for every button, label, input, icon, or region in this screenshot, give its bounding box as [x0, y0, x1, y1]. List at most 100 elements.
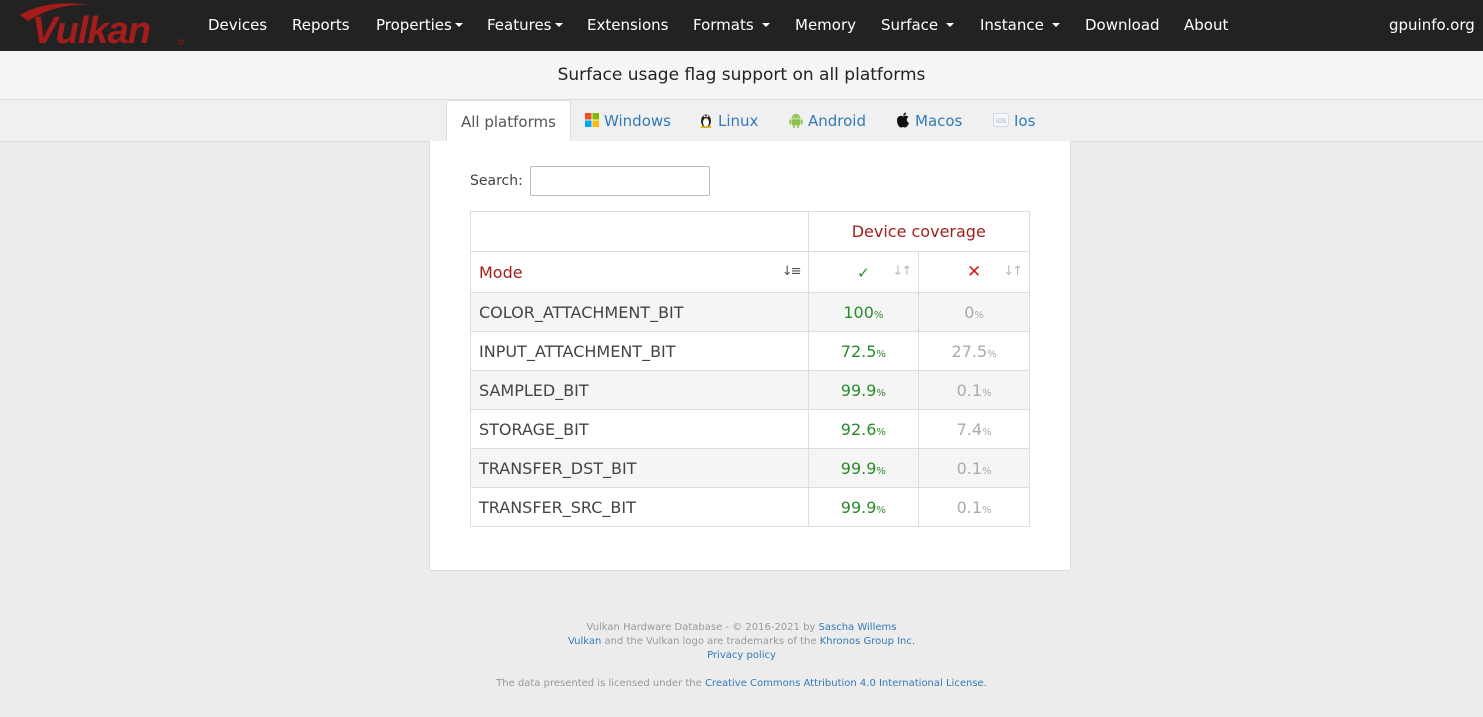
footer-copyright: Vulkan Hardware Database - © 2016-2021 b…	[0, 621, 1483, 635]
nav-properties[interactable]: Properties	[376, 0, 463, 51]
search-label: Search:	[470, 173, 523, 189]
nav-site-link[interactable]: gpuinfo.org	[1389, 0, 1475, 51]
platform-tabs: All platforms Windows Linux Android Maco…	[0, 100, 1483, 143]
sort-both-icon: ↓↑	[1003, 264, 1023, 279]
tab-android[interactable]: Android	[789, 100, 866, 142]
license-link[interactable]: Creative Commons Attribution 4.0 Interna…	[705, 678, 987, 689]
chevron-down-icon	[946, 22, 955, 27]
nav-reports[interactable]: Reports	[292, 0, 350, 51]
svg-text:Vulkan: Vulkan	[32, 10, 150, 49]
percent-unit: %	[982, 504, 992, 516]
supported-cell: 99.9%	[807, 487, 920, 527]
mode-cell: SAMPLED_BIT	[470, 370, 809, 410]
nav-memory[interactable]: Memory	[795, 0, 856, 51]
nav-devices[interactable]: Devices	[208, 0, 267, 51]
supported-value: 99.9	[840, 497, 877, 517]
nav-instance-label: Instance	[980, 16, 1044, 34]
mode-cell: COLOR_ATTACHMENT_BIT	[470, 292, 809, 332]
supported-column-header[interactable]: ✓ ↓↑	[807, 251, 920, 293]
unsupported-value: 7.4	[956, 419, 983, 439]
table-row: TRANSFER_DST_BIT 99.9% 0.1%	[470, 448, 1030, 488]
percent-unit: %	[876, 426, 886, 438]
supported-value: 100	[843, 302, 874, 322]
usage-flag-table: Device coverage Mode ↓≡ ✓ ↓↑ ✕ ↓↑ COLOR_	[470, 211, 1030, 527]
supported-value: 99.9	[840, 458, 877, 478]
footer-copyright-text: Vulkan Hardware Database - © 2016-2021 b…	[586, 622, 819, 633]
tab-all-platforms[interactable]: All platforms	[446, 100, 571, 143]
mode-header-label: Mode	[479, 262, 523, 282]
percent-unit: %	[987, 348, 997, 360]
page-footer: Vulkan Hardware Database - © 2016-2021 b…	[0, 621, 1483, 691]
unsupported-cell: 0%	[918, 292, 1030, 332]
supported-value: 72.5	[840, 341, 877, 361]
top-navbar: Vulkan Devices Reports Properties Featur…	[0, 0, 1483, 51]
supported-value: 99.9	[840, 380, 877, 400]
ios-icon: iOS	[993, 113, 1009, 127]
check-icon: ✓	[857, 263, 870, 282]
tab-linux[interactable]: Linux	[699, 100, 758, 142]
unsupported-value: 0.1	[956, 497, 983, 517]
table-row: STORAGE_BIT 92.6% 7.4%	[470, 409, 1030, 449]
supported-cell: 92.6%	[807, 409, 920, 449]
mode-cell: TRANSFER_DST_BIT	[470, 448, 809, 488]
nav-features-label: Features	[487, 16, 552, 34]
tab-windows[interactable]: Windows	[585, 100, 671, 142]
unsupported-cell: 27.5%	[918, 331, 1030, 371]
table-row: SAMPLED_BIT 99.9% 0.1%	[470, 370, 1030, 410]
page-title: Surface usage flag support on all platfo…	[557, 65, 926, 85]
sort-ascending-icon: ↓≡	[781, 264, 802, 279]
privacy-policy-link[interactable]: Privacy policy	[707, 650, 776, 661]
percent-unit: %	[876, 348, 886, 360]
table-group-header-row: Device coverage	[470, 211, 1030, 252]
search-input[interactable]	[530, 166, 710, 196]
nav-download[interactable]: Download	[1085, 0, 1160, 51]
percent-unit: %	[876, 465, 886, 477]
unsupported-column-header[interactable]: ✕ ↓↑	[918, 251, 1030, 293]
unsupported-cell: 7.4%	[918, 409, 1030, 449]
footer-license: The data presented is licensed under the…	[0, 677, 1483, 691]
supported-cell: 99.9%	[807, 448, 920, 488]
footer-trademark: Vulkan and the Vulkan logo are trademark…	[0, 635, 1483, 649]
apple-icon	[897, 112, 909, 128]
nav-formats[interactable]: Formats	[693, 0, 770, 51]
footer-license-text: The data presented is licensed under the	[496, 678, 705, 689]
nav-features[interactable]: Features	[487, 0, 563, 51]
khronos-link[interactable]: Khronos Group Inc.	[820, 636, 915, 647]
unsupported-cell: 0.1%	[918, 487, 1030, 527]
supported-cell: 99.9%	[807, 370, 920, 410]
table-row: COLOR_ATTACHMENT_BIT 100% 0%	[470, 292, 1030, 332]
vulkan-logo[interactable]: Vulkan	[16, 1, 186, 49]
chevron-down-icon	[761, 22, 770, 27]
chevron-down-icon	[1051, 22, 1060, 27]
page-header: Surface usage flag support on all platfo…	[0, 51, 1483, 100]
tab-label: Ios	[1014, 112, 1036, 130]
tab-macos[interactable]: Macos	[896, 100, 962, 142]
percent-unit: %	[982, 426, 992, 438]
windows-icon	[585, 113, 599, 127]
tab-ios[interactable]: iOS Ios	[993, 100, 1035, 142]
chevron-down-icon	[554, 22, 563, 27]
nav-about[interactable]: About	[1184, 0, 1228, 51]
nav-surface[interactable]: Surface	[881, 0, 955, 51]
mode-cell: TRANSFER_SRC_BIT	[470, 487, 809, 527]
percent-unit: %	[876, 387, 886, 399]
tab-label: Windows	[604, 112, 671, 130]
content-panel: Search: Device coverage Mode ↓≡ ✓ ↓↑ ✕ ↓…	[429, 141, 1071, 571]
supported-cell: 72.5%	[807, 331, 920, 371]
footer-trademark-text: and the Vulkan logo are trademarks of th…	[601, 636, 820, 647]
nav-extensions[interactable]: Extensions	[587, 0, 668, 51]
mode-column-header[interactable]: Mode ↓≡	[470, 251, 809, 293]
vulkan-link[interactable]: Vulkan	[568, 636, 601, 647]
table-header-row: Mode ↓≡ ✓ ↓↑ ✕ ↓↑	[470, 251, 1030, 293]
table-body: COLOR_ATTACHMENT_BIT 100% 0% INPUT_ATTAC…	[470, 292, 1030, 527]
sort-both-icon: ↓↑	[892, 264, 912, 279]
percent-unit: %	[982, 387, 992, 399]
unsupported-value: 0.1	[956, 458, 983, 478]
unsupported-value: 0.1	[956, 380, 983, 400]
chevron-down-icon	[454, 22, 463, 27]
supported-value: 92.6	[840, 419, 877, 439]
svg-text:iOS: iOS	[996, 118, 1006, 125]
author-link[interactable]: Sascha Willems	[819, 622, 897, 633]
nav-instance[interactable]: Instance	[980, 0, 1060, 51]
tab-label: All platforms	[461, 113, 556, 131]
